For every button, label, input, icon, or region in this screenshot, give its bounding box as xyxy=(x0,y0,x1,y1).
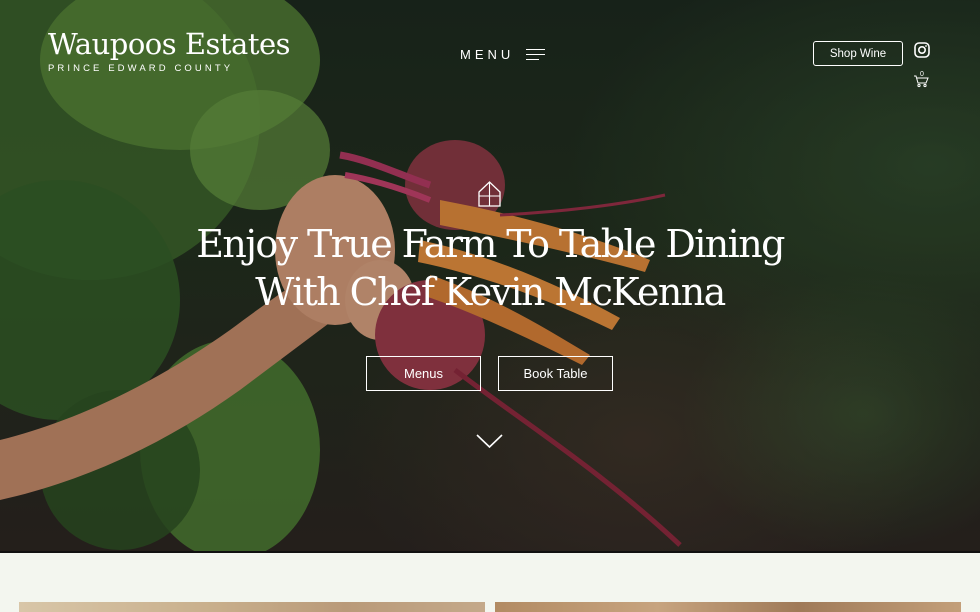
hero-section: Waupoos Estates PRINCE EDWARD COUNTY MEN… xyxy=(0,0,980,551)
hero-headline-line2: With Chef Kevin McKenna xyxy=(255,270,726,314)
brand-logo[interactable]: Waupoos Estates PRINCE EDWARD COUNTY xyxy=(48,27,291,74)
chevron-down-icon[interactable] xyxy=(475,432,504,450)
hamburger-icon xyxy=(526,48,546,61)
hero-headline: Enjoy True Farm To Table Dining With Che… xyxy=(190,220,790,316)
gallery-image-right[interactable] xyxy=(495,602,961,612)
book-table-button[interactable]: Book Table xyxy=(498,356,613,391)
brand-name[interactable]: Waupoos Estates xyxy=(48,27,291,61)
menu-button[interactable]: MENU xyxy=(460,47,546,62)
brand-subtitle: PRINCE EDWARD COUNTY xyxy=(48,63,234,74)
instagram-icon[interactable] xyxy=(914,42,930,58)
menus-button[interactable]: Menus xyxy=(366,356,481,391)
cart-count: 0 xyxy=(920,71,924,78)
shop-wine-button[interactable]: Shop Wine xyxy=(813,41,903,66)
menu-label: MENU xyxy=(460,47,515,62)
hero-headline-line1: Enjoy True Farm To Table Dining xyxy=(196,222,785,266)
barn-icon xyxy=(478,181,501,207)
gallery-image-left[interactable] xyxy=(19,602,485,612)
section-divider xyxy=(0,551,980,553)
